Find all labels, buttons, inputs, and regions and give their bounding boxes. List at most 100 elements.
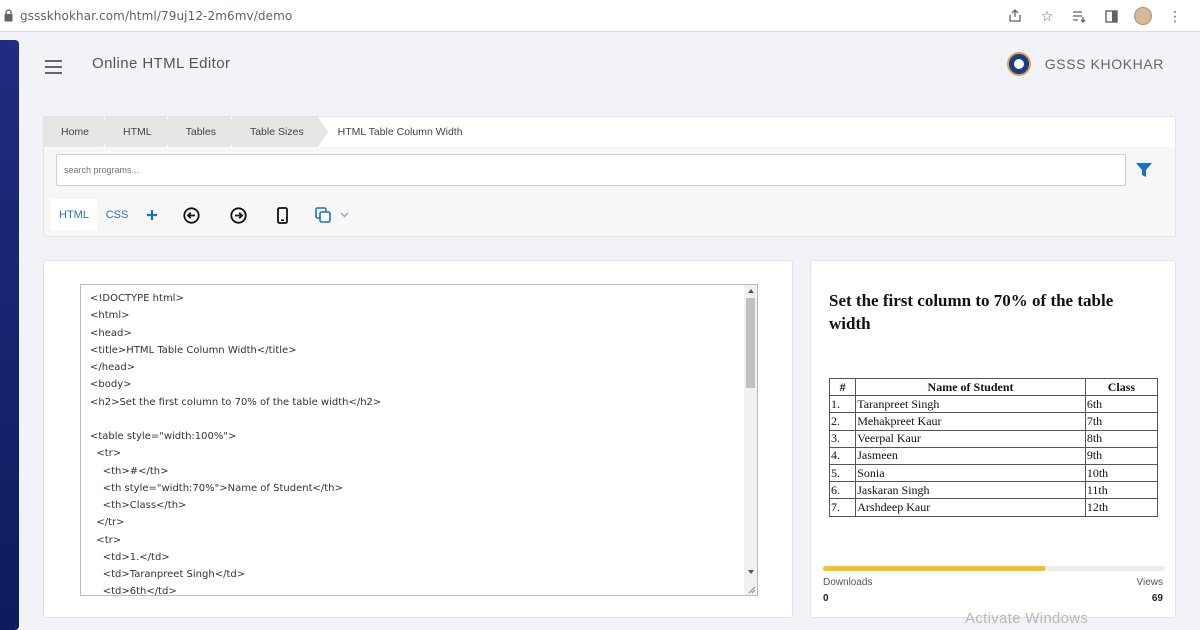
brand-name: GSSS KHOKHAR (1044, 56, 1164, 72)
cell-student-name: Jaskaran Singh (855, 481, 1086, 500)
col-header-class: Class (1084, 377, 1159, 397)
cell-student-name: Taranpreet Singh (855, 395, 1086, 414)
chevron-down-icon[interactable] (337, 199, 351, 231)
arrow-left-circle-icon[interactable] (167, 199, 215, 231)
code-line: <th>Class</th> (90, 500, 187, 511)
table-row: 6. Jaskaran Singh 11th (828, 481, 1159, 500)
breadcrumb: Home HTML Tables Table Sizes HTML Table … (44, 117, 1175, 147)
search-input[interactable] (56, 154, 1126, 186)
cell-number: 4. (828, 446, 857, 465)
code-line: <body> (90, 379, 132, 391)
cell-number: 5. (828, 463, 857, 483)
brand[interactable]: GSSS KHOKHAR (1006, 52, 1164, 76)
code-line: <h2>Set the first column to 70% of the t… (90, 396, 382, 408)
hamburger-menu-icon[interactable] (45, 60, 62, 74)
col-header-number: # (828, 377, 857, 397)
scroll-down-arrow-icon[interactable] (748, 570, 754, 574)
mobile-view-icon[interactable] (261, 199, 303, 231)
code-line: <!DOCTYPE html> (90, 293, 184, 304)
table-row: 7. Arshdeep Kaur 12th (828, 498, 1159, 517)
code-editor[interactable]: <!DOCTYPE html> <html> <head> <title>HTML T… (80, 284, 758, 596)
arrow-right-circle-icon[interactable] (215, 199, 261, 231)
address-bar[interactable]: gssskhokhar.com/html/79uj12-2m6mv/demo (20, 9, 292, 23)
code-line: </head> (90, 362, 136, 373)
cell-class: 10th (1084, 463, 1159, 483)
preview-table: # Name of Student Class 1. Taranpreet Sin… (828, 377, 1159, 517)
cell-number: 3. (828, 429, 857, 448)
app-title: Online HTML Editor (92, 55, 231, 72)
download-progress-bar (823, 566, 1165, 571)
breadcrumb-tables[interactable]: Tables (167, 117, 241, 147)
downloads-count: 0 (823, 593, 829, 604)
tab-css[interactable]: CSS (97, 199, 137, 231)
code-editor-card: <!DOCTYPE html> <html> <head> <title>HTML T… (43, 260, 793, 618)
code-line: <th style="width:70%">Name of Student</t… (90, 482, 343, 494)
table-row: 4. Jasmeen 9th (828, 446, 1159, 465)
breadcrumb-table-sizes[interactable]: Table Sizes (231, 117, 328, 147)
progress-fill (823, 566, 1046, 571)
code-line: <tr> (90, 534, 122, 546)
code-line: <html> (90, 310, 130, 322)
code-line: <tr> (90, 448, 122, 460)
preview-heading: Set the first column to 70% of the table… (829, 291, 1114, 333)
cell-class: 9th (1084, 446, 1159, 465)
code-line: <table style="width:100%"> (90, 431, 237, 442)
browser-toolbar: gssskhokhar.com/html/79uj12-2m6mv/demo ☆… (0, 0, 1200, 32)
col-header-name: Name of Student (855, 377, 1086, 397)
toolbar-card: Home HTML Tables Table Sizes HTML Table … (43, 116, 1176, 237)
school-logo-icon (1006, 52, 1031, 76)
filter-icon[interactable] (1135, 161, 1153, 179)
add-icon[interactable] (137, 199, 167, 231)
breadcrumb-home[interactable]: Home (44, 117, 114, 147)
side-panel-icon[interactable] (1102, 7, 1120, 25)
table-row: 3. Veerpal Kaur 8th (828, 429, 1159, 448)
cell-class: 11th (1084, 481, 1159, 500)
cell-class: 7th (1084, 412, 1159, 431)
breadcrumb-current: HTML Table Column Width (319, 117, 477, 147)
code-line: <title>HTML Table Column Width</title> (90, 344, 297, 356)
cell-class: 12th (1084, 498, 1159, 517)
profile-avatar[interactable] (1134, 7, 1152, 25)
bookmark-star-icon[interactable]: ☆ (1038, 7, 1056, 25)
table-row: 1. Taranpreet Singh 6th (828, 395, 1159, 414)
resize-handle-icon[interactable] (747, 585, 756, 594)
cell-student-name: Jasmeen (855, 446, 1086, 465)
table-header-row: # Name of Student Class (828, 377, 1159, 397)
menu-dots-icon[interactable]: ⋮ (1166, 7, 1184, 25)
preview-card: Set the first column to 70% of the table… (810, 260, 1176, 618)
breadcrumb-html[interactable]: HTML (105, 117, 176, 147)
scroll-up-arrow-icon[interactable] (748, 289, 754, 293)
code-line: <head> (90, 327, 132, 339)
code-line: </tr> (90, 517, 125, 529)
cell-student-name: Sonia (855, 463, 1086, 483)
views-count: 69 (1151, 593, 1163, 604)
cell-student-name: Arshdeep Kaur (855, 498, 1086, 517)
browser-actions: ☆ ⋮ (1006, 7, 1184, 25)
cell-number: 2. (828, 412, 857, 431)
editor-tabbar: HTML CSS (51, 199, 351, 231)
cell-number: 7. (828, 498, 857, 517)
code-line: <th>#</th> (90, 465, 169, 477)
editor-scrollbar[interactable] (744, 285, 757, 595)
activate-windows-watermark: Activate Windows (965, 610, 1089, 627)
table-row: 5. Sonia 10th (828, 463, 1159, 483)
code-line: <td>6th</td> (90, 586, 177, 596)
code-line: <td>Taranpreet Singh</td> (90, 569, 246, 580)
cell-student-name: Veerpal Kaur (855, 429, 1086, 448)
lock-icon (4, 9, 13, 22)
scroll-thumb[interactable] (746, 298, 755, 388)
cell-number: 6. (828, 481, 857, 500)
cell-class: 8th (1084, 429, 1159, 448)
table-row: 2. Mehakpreet Kaur 7th (828, 412, 1159, 431)
reading-list-icon[interactable] (1070, 7, 1088, 25)
code-content[interactable]: <!DOCTYPE html> <html> <head> <title>HTML T… (90, 290, 382, 596)
sidebar-strip (0, 40, 19, 630)
cell-student-name: Mehakpreet Kaur (855, 412, 1086, 431)
views-label: Views (1136, 577, 1164, 588)
downloads-label: Downloads (823, 577, 873, 588)
tab-html[interactable]: HTML (51, 199, 97, 231)
code-line: <td>1.</td> (90, 551, 170, 563)
share-icon[interactable] (1006, 7, 1024, 25)
cell-number: 1. (828, 395, 857, 414)
